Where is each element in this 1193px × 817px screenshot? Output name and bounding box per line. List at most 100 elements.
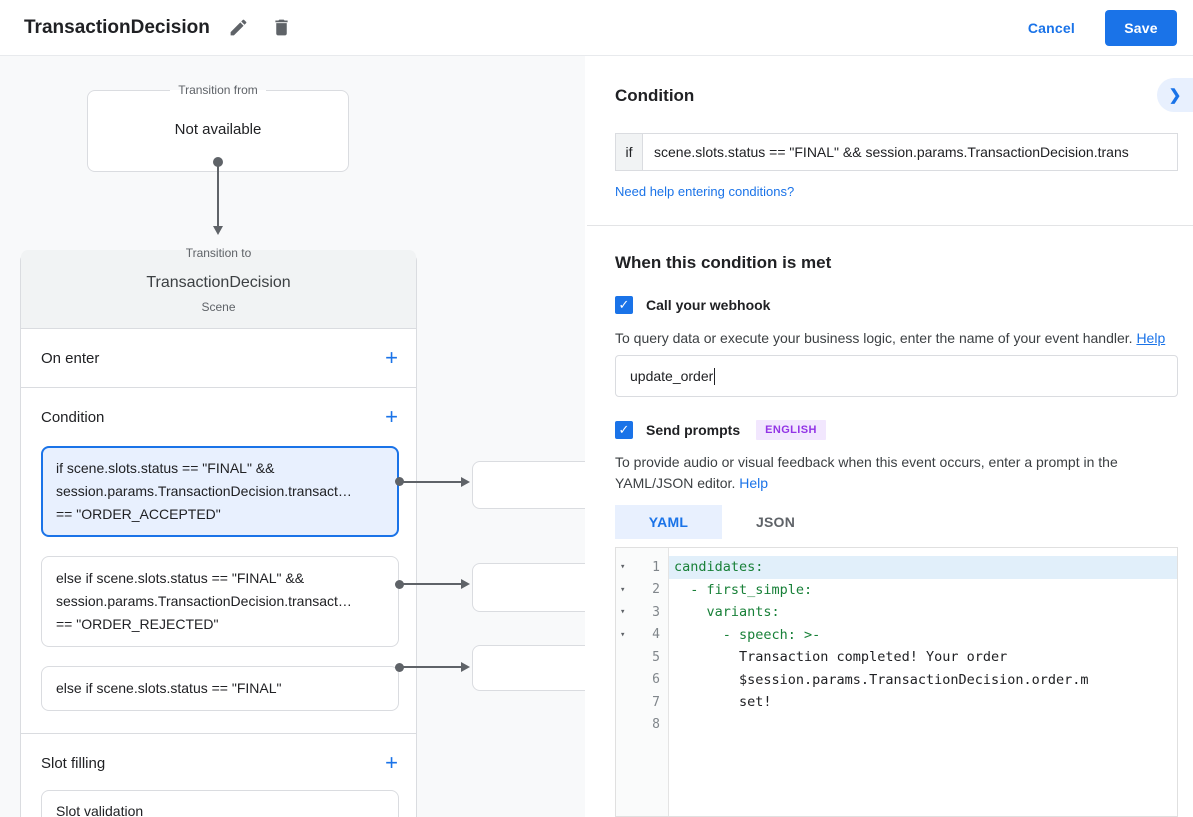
- add-on-enter-button[interactable]: +: [385, 349, 398, 367]
- code-line: $session.params.TransactionDecision.orde…: [669, 669, 1177, 692]
- transition-from-value: Not available: [88, 121, 348, 138]
- webhook-name-value: update_order: [630, 368, 713, 384]
- condition-item-accepted[interactable]: if scene.slots.status == "FINAL" && sess…: [41, 446, 399, 537]
- code-line: [669, 714, 1177, 737]
- delete-scene-button[interactable]: [267, 13, 296, 42]
- gutter-row: ▾2: [616, 579, 668, 602]
- gutter-row: ▾4: [616, 624, 668, 647]
- transition-from-label: Transition from: [170, 83, 266, 97]
- plus-icon: +: [385, 404, 398, 429]
- webhook-label: Call your webhook: [646, 297, 770, 313]
- slot-filling-label: Slot filling: [41, 755, 105, 772]
- yaml-text: set!: [674, 694, 772, 710]
- prompts-help-link[interactable]: Help: [739, 475, 768, 491]
- line-number: 4: [652, 627, 660, 642]
- scene-title: TransactionDecision: [31, 274, 406, 292]
- condition-item-final[interactable]: else if scene.slots.status == "FINAL": [41, 666, 399, 711]
- plus-icon: +: [385, 750, 398, 775]
- check-icon: ✓: [619, 422, 630, 438]
- gutter-row: 5: [616, 646, 668, 669]
- editor-gutter: ▾1 ▾2 ▾3 ▾4 5 6 7 8: [616, 548, 669, 816]
- yaml-key: - first_simple:: [674, 582, 812, 598]
- trash-icon: [271, 17, 292, 38]
- slot-filling-section-head: Slot filling +: [21, 734, 416, 784]
- flow-canvas: Transition from Not available Transition…: [0, 56, 585, 817]
- connector-arrowhead: [213, 226, 223, 235]
- divider: [587, 225, 1193, 226]
- connector-line: [401, 481, 462, 483]
- edit-title-button[interactable]: [224, 13, 253, 42]
- text-caret: [714, 368, 715, 385]
- line-number: 7: [652, 695, 660, 710]
- connector-line: [401, 583, 462, 585]
- condition-text: session.params.TransactionDecision.trans…: [56, 480, 384, 503]
- line-number: 8: [652, 717, 660, 732]
- yaml-text: $session.params.TransactionDecision.orde…: [674, 672, 1089, 688]
- scene-type-label: Scene: [31, 300, 406, 314]
- chevron-right-icon: ❯: [1169, 86, 1182, 104]
- condition-section: Condition + if scene.slots.status == "FI…: [21, 388, 416, 734]
- condition-text: == "ORDER_ACCEPTED": [56, 503, 384, 526]
- line-number: 2: [652, 582, 660, 597]
- send-prompts-checkbox[interactable]: ✓: [615, 421, 633, 439]
- code-line: set!: [669, 691, 1177, 714]
- save-button[interactable]: Save: [1105, 10, 1177, 46]
- editor-code-area[interactable]: candidates: - first_simple: variants: - …: [669, 548, 1177, 816]
- add-condition-button[interactable]: +: [385, 408, 398, 426]
- transition-to-label: Transition to: [178, 246, 260, 260]
- on-enter-label: On enter: [41, 350, 99, 367]
- connector-line: [401, 666, 462, 668]
- panel-title: Condition: [615, 86, 694, 106]
- condition-expression-group: if: [615, 133, 1178, 171]
- target-node[interactable]: [472, 645, 585, 691]
- fold-arrow-icon[interactable]: ▾: [620, 630, 625, 640]
- connector-arrowhead: [461, 662, 470, 672]
- fold-arrow-icon[interactable]: ▾: [620, 562, 625, 572]
- conditions-help-link[interactable]: Need help entering conditions?: [615, 184, 794, 199]
- webhook-description-text: To query data or execute your business l…: [615, 330, 1133, 346]
- connector-arrowhead: [461, 579, 470, 589]
- yaml-key: candidates:: [674, 559, 763, 575]
- target-node[interactable]: [472, 461, 585, 509]
- gutter-row: ▾3: [616, 601, 668, 624]
- gutter-row: 8: [616, 714, 668, 737]
- line-number: 1: [652, 560, 660, 575]
- webhook-checkbox[interactable]: ✓: [615, 296, 633, 314]
- condition-text: else if scene.slots.status == "FINAL" &&: [56, 567, 384, 590]
- plus-icon: +: [385, 345, 398, 370]
- webhook-name-input[interactable]: update_order: [615, 355, 1178, 397]
- yaml-text: Transaction completed! Your order: [674, 649, 1007, 665]
- yaml-key: - speech: >-: [674, 627, 820, 643]
- target-node[interactable]: [472, 563, 585, 612]
- condition-text: else if scene.slots.status == "FINAL": [56, 677, 384, 700]
- slot-validation-item[interactable]: Slot validation: [41, 790, 399, 817]
- cancel-button[interactable]: Cancel: [1028, 20, 1075, 36]
- code-line: - speech: >-: [669, 624, 1177, 647]
- collapse-panel-button[interactable]: ❯: [1157, 78, 1193, 112]
- send-prompts-checkbox-row: ✓ Send prompts ENGLISH: [615, 420, 826, 440]
- code-line: candidates:: [669, 556, 1177, 579]
- tab-yaml[interactable]: YAML: [615, 505, 722, 539]
- if-prefix: if: [615, 133, 642, 171]
- yaml-key: variants:: [674, 604, 780, 620]
- code-line: variants:: [669, 601, 1177, 624]
- scene-header: TransactionDecision Scene: [21, 250, 416, 329]
- yaml-editor[interactable]: ▾1 ▾2 ▾3 ▾4 5 6 7 8 candidates: - first_…: [615, 547, 1178, 817]
- gutter-row: 7: [616, 691, 668, 714]
- page-title: TransactionDecision: [24, 17, 210, 39]
- prompts-description: To provide audio or visual feedback when…: [615, 452, 1178, 494]
- condition-item-rejected[interactable]: else if scene.slots.status == "FINAL" &&…: [41, 556, 399, 647]
- webhook-help-link[interactable]: Help: [1136, 330, 1165, 346]
- on-enter-row[interactable]: On enter +: [21, 329, 416, 388]
- code-line: - first_simple:: [669, 579, 1177, 602]
- condition-expression-input[interactable]: [642, 133, 1178, 171]
- prompts-description-text: To provide audio or visual feedback when…: [615, 454, 1118, 491]
- webhook-description: To query data or execute your business l…: [615, 328, 1178, 349]
- condition-section-label: Condition: [41, 409, 104, 426]
- add-slot-button[interactable]: +: [385, 754, 398, 772]
- fold-arrow-icon[interactable]: ▾: [620, 607, 625, 617]
- language-badge: ENGLISH: [756, 420, 826, 440]
- tab-json[interactable]: JSON: [722, 505, 829, 539]
- gutter-row: 6: [616, 669, 668, 692]
- fold-arrow-icon[interactable]: ▾: [620, 585, 625, 595]
